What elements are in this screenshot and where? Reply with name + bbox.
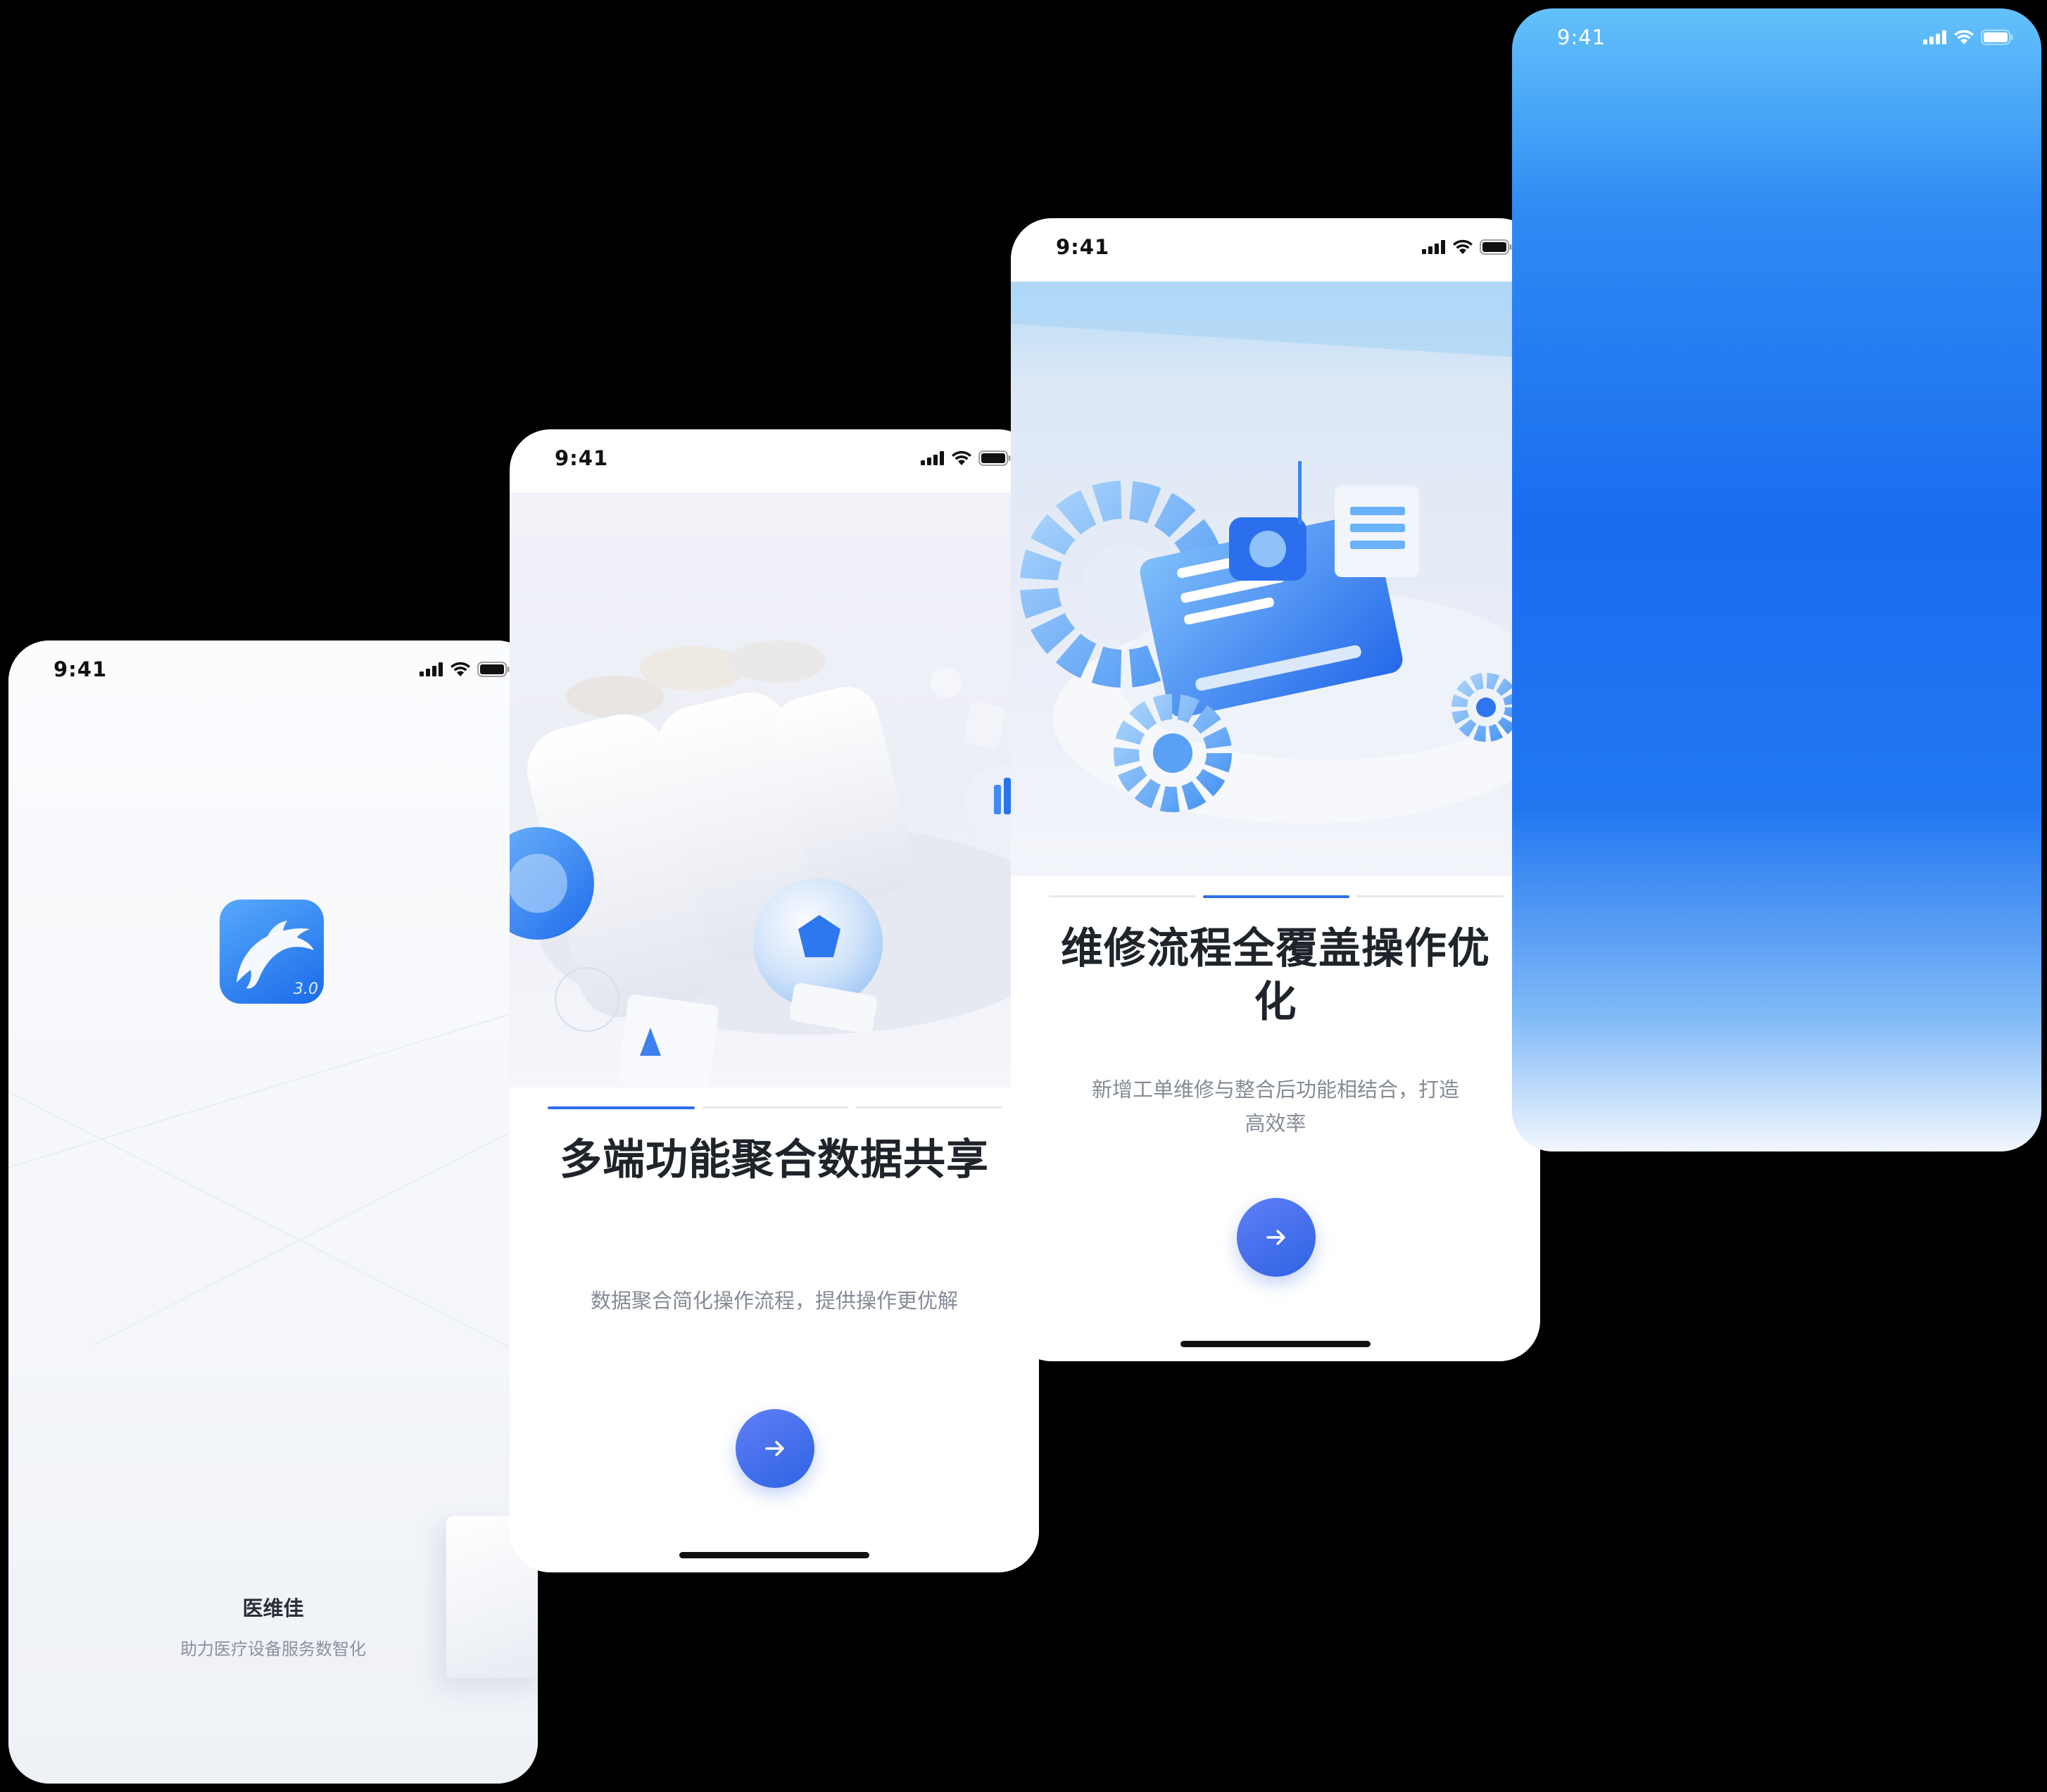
wifi-icon xyxy=(1954,30,1974,44)
signal-icon xyxy=(1422,240,1445,254)
status-bar: 9:41 xyxy=(510,429,1039,493)
home-indicator[interactable] xyxy=(1180,1341,1371,1347)
onboarding-title: 维修流程全覆盖操作优化 xyxy=(1061,924,1490,1027)
onboarding-screen-2: 9:41 维修流程全覆盖操作优化 新增工单维修与整合后功能相结合，打造高效率 xyxy=(1011,218,1540,1361)
status-time: 9:41 xyxy=(53,657,108,681)
app-slogan: 助力医疗设备服务数智化 xyxy=(180,1639,366,1659)
progress-step xyxy=(1049,895,1196,897)
status-bar: 9:41 xyxy=(1011,218,1540,282)
onboarding-description: 新增工单维修与整合后功能相结合，打造高效率 xyxy=(1091,1078,1459,1135)
battery-icon xyxy=(477,662,510,677)
progress-step-active xyxy=(1202,895,1350,898)
gradient-screen: 9:41 xyxy=(1512,8,2041,1151)
onboarding-illustration xyxy=(1011,282,1540,876)
wifi-icon xyxy=(451,662,470,676)
status-time: 9:41 xyxy=(1056,235,1110,259)
home-indicator[interactable] xyxy=(679,1552,869,1558)
progress-step xyxy=(701,1106,849,1109)
app-version: 3.0 xyxy=(294,980,318,998)
onboarding-title: 多端功能聚合数据共享 xyxy=(560,1135,989,1185)
app-icon[interactable]: 3.0 xyxy=(220,900,324,1004)
signal-icon xyxy=(420,662,443,676)
arrow-right-icon xyxy=(765,1441,784,1456)
status-time: 9:41 xyxy=(555,446,609,470)
signal-icon xyxy=(921,451,944,465)
onboarding-illustration xyxy=(510,493,1039,1087)
arrow-right-icon xyxy=(1266,1230,1285,1245)
signal-icon xyxy=(1923,30,1946,44)
progress-step xyxy=(855,1106,1003,1109)
next-button[interactable] xyxy=(736,1409,814,1488)
battery-icon xyxy=(1480,239,1512,255)
status-bar: 9:41 xyxy=(1512,8,2041,72)
onboarding-progress xyxy=(548,1106,1003,1111)
wifi-icon xyxy=(952,450,971,465)
battery-icon xyxy=(1981,30,2013,45)
data-aggregation-illustration xyxy=(510,641,1039,1087)
onboarding-description: 数据聚合简化操作流程，提供操作更优解 xyxy=(590,1289,958,1313)
wifi-icon xyxy=(1453,239,1473,254)
progress-step xyxy=(1356,895,1504,897)
battery-icon xyxy=(978,450,1011,466)
splash-screen: 9:41 3.0 医维佳 助力医疗设备服务数智化 xyxy=(8,641,538,1784)
repair-workflow-illustration xyxy=(1011,282,1540,824)
status-time: 9:41 xyxy=(1557,25,1606,49)
onboarding-screen-1: 9:41 多端功能聚合数据共享 数据聚合简化操作流程，提供操作更优解 xyxy=(510,429,1039,1572)
app-name: 医维佳 xyxy=(242,1596,304,1620)
status-bar: 9:41 xyxy=(8,641,538,704)
onboarding-progress xyxy=(1049,895,1504,900)
next-button[interactable] xyxy=(1237,1198,1316,1277)
progress-step-active xyxy=(548,1106,695,1109)
